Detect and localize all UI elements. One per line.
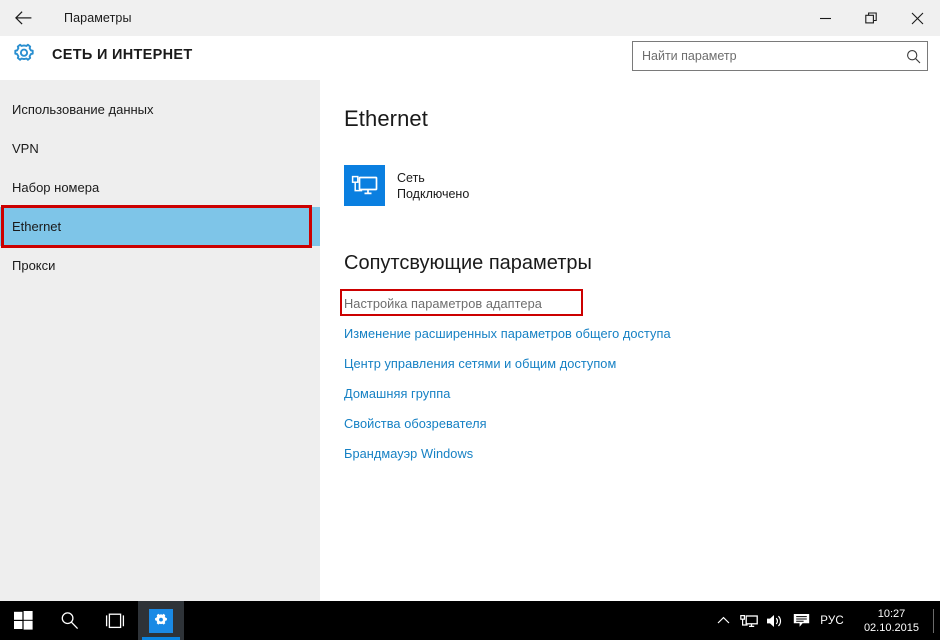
sidebar-item-label: Прокси: [12, 258, 56, 273]
taskbar-search-icon[interactable]: [46, 601, 92, 640]
ethernet-network-icon: [344, 165, 385, 206]
settings-header: СЕТЬ И ИНТЕРНЕТ: [0, 36, 940, 80]
clock-time: 10:27: [877, 607, 906, 620]
link-homegroup[interactable]: Домашняя группа: [344, 386, 450, 401]
sidebar-item-vpn[interactable]: VPN: [0, 129, 320, 168]
related-settings-heading: Сопутсвующие параметры: [344, 252, 592, 274]
search-icon[interactable]: [899, 42, 927, 70]
chevron-up-icon[interactable]: [710, 601, 736, 640]
network-status-text: Сеть Подключено: [397, 170, 469, 202]
window-titlebar: Параметры: [0, 0, 940, 36]
link-advanced-sharing-settings[interactable]: Изменение расширенных параметров общего …: [344, 326, 671, 341]
system-tray: РУС 10:27 02.10.2015: [710, 601, 940, 640]
content-pane: Ethernet Сеть Подключено Сопутсвующие па…: [320, 80, 940, 601]
content-heading: Ethernet: [344, 106, 428, 131]
windows-start-icon[interactable]: [0, 601, 46, 640]
search-input[interactable]: [633, 43, 899, 69]
link-row[interactable]: Центр управления сетями и общим доступом: [344, 348, 940, 378]
related-settings-links: Настройка параметров адаптера Изменение …: [340, 288, 940, 468]
settings-body: Использование данных VPN Набор номера Et…: [0, 80, 940, 601]
gear-icon: [9, 40, 39, 70]
link-internet-options[interactable]: Свойства обозревателя: [344, 416, 487, 431]
network-state: Подключено: [397, 186, 470, 201]
sidebar-item-label: VPN: [12, 141, 39, 156]
desktop-screen: Параметры СЕТЬ И ИНТЕРНЕТ Найти параметр…: [0, 0, 940, 640]
search-box[interactable]: [632, 41, 928, 71]
link-row[interactable]: Свойства обозревателя: [344, 408, 940, 438]
settings-window: Параметры СЕТЬ И ИНТЕРНЕТ Найти параметр…: [0, 0, 940, 601]
network-status-row[interactable]: Сеть Подключено: [344, 165, 940, 206]
link-row[interactable]: Брандмауэр Windows: [344, 438, 940, 468]
network-tray-icon[interactable]: [736, 601, 762, 640]
restore-icon[interactable]: [848, 0, 894, 36]
sidebar-item-label: Использование данных: [12, 102, 154, 117]
taskbar: РУС 10:27 02.10.2015: [0, 601, 940, 640]
link-adapter-settings[interactable]: Настройка параметров адаптера: [344, 296, 542, 311]
page-title: СЕТЬ И ИНТЕРНЕТ: [52, 47, 193, 63]
volume-icon[interactable]: [762, 601, 788, 640]
link-row[interactable]: Домашняя группа: [344, 378, 940, 408]
link-windows-firewall[interactable]: Брандмауэр Windows: [344, 446, 473, 461]
taskbar-buttons: [0, 601, 184, 640]
sidebar-nav: Использование данных VPN Набор номера Et…: [0, 80, 320, 601]
settings-gear-icon: [149, 608, 173, 633]
window-title: Параметры: [64, 11, 132, 25]
network-name: Сеть: [397, 170, 425, 185]
clock[interactable]: 10:27 02.10.2015: [854, 607, 929, 635]
show-desktop-button[interactable]: [933, 608, 934, 633]
sidebar-item-data-usage[interactable]: Использование данных: [0, 90, 320, 129]
sidebar-item-label: Ethernet: [12, 219, 62, 234]
taskbar-settings-button[interactable]: [138, 601, 184, 640]
sidebar-item-ethernet[interactable]: Ethernet: [0, 205, 320, 248]
language-indicator[interactable]: РУС: [814, 615, 854, 627]
back-arrow-icon[interactable]: [0, 0, 46, 36]
close-icon[interactable]: [894, 0, 940, 36]
link-network-sharing-center[interactable]: Центр управления сетями и общим доступом: [344, 356, 616, 371]
clock-date: 02.10.2015: [863, 621, 919, 634]
sidebar-item-dialup[interactable]: Набор номера: [0, 168, 320, 207]
sidebar-item-proxy[interactable]: Прокси: [0, 246, 320, 285]
sidebar-item-label: Набор номера: [12, 180, 100, 195]
window-controls: [802, 0, 940, 36]
action-center-icon[interactable]: [788, 601, 814, 640]
link-row[interactable]: Изменение расширенных параметров общего …: [344, 318, 940, 348]
link-row[interactable]: Настройка параметров адаптера: [340, 288, 940, 318]
task-view-icon[interactable]: [92, 601, 138, 640]
minimize-icon[interactable]: [802, 0, 848, 36]
